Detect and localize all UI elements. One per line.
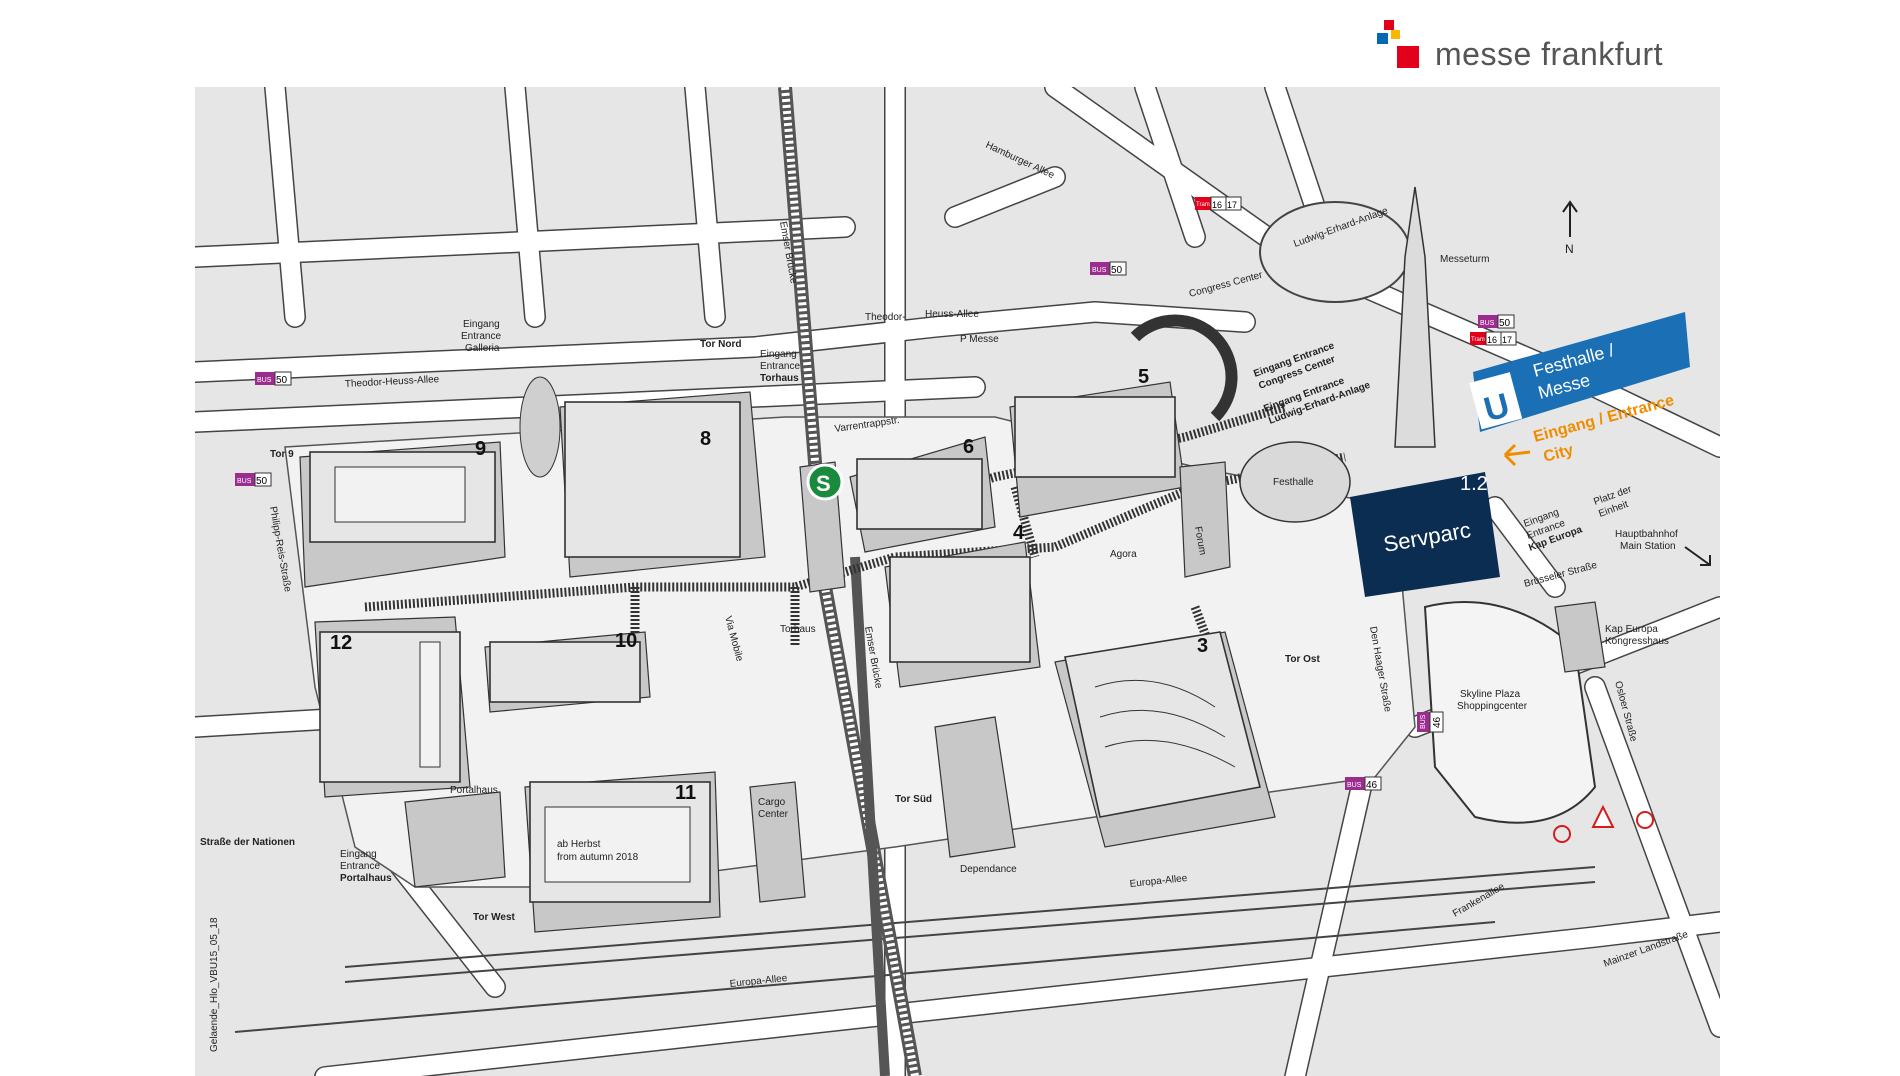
galleria-dome [519, 376, 561, 478]
bus-stop-3: BUS 50 [1090, 261, 1127, 276]
bus-label: BUS [1092, 267, 1107, 274]
label-p-messe: P Messe [960, 334, 999, 345]
sbahn-letter: S [816, 471, 831, 496]
logo-yellow-square [1391, 30, 1400, 39]
messe-frankfurt-logo[interactable]: messe frankfurt [1375, 16, 1675, 86]
bus-number: 50 [256, 476, 268, 487]
tram-number-2: 17 [1227, 200, 1237, 210]
hall12-note-line2: from autumn 2018 [557, 852, 639, 863]
label-agora: Agora [1110, 549, 1137, 560]
logo-big-red-square [1397, 46, 1419, 68]
hall-number: 5 [1138, 366, 1149, 388]
bus-label: BUS [1347, 782, 1362, 789]
dependance-label: Dependance [960, 864, 1017, 875]
label-hbf-1: Hauptbahnhof [1615, 529, 1678, 540]
bus-stop-2: BUS 50 [235, 472, 272, 487]
bus-number: 50 [276, 375, 288, 386]
logo-text: messe frankfurt [1435, 36, 1664, 72]
bus-label: BUS [1420, 714, 1427, 729]
label-torhaus-2: Entrance [760, 361, 800, 372]
hall-number: 10 [615, 630, 637, 652]
label-galleria-1: Eingang [463, 319, 500, 330]
bus-label: BUS [1480, 320, 1495, 327]
logo-red-square [1384, 20, 1394, 30]
label-tor-west: Tor West [473, 912, 516, 923]
bus-label: BUS [257, 377, 272, 384]
label-tor-ost: Tor Ost [1285, 654, 1320, 665]
bus-number: 46 [1366, 780, 1378, 791]
hall-number: 9 [475, 438, 486, 460]
label-tor-9: Tor 9 [270, 449, 294, 460]
label-strasse-der-nationen: Straße der Nationen [200, 837, 295, 848]
tram-label: Tram [1196, 202, 1210, 208]
bus-stop-1: BUS 50 [255, 371, 292, 386]
cargo-label-2: Center [758, 809, 789, 820]
site-map[interactable]: 9 8 12 10 11 ab Herbst from autumn 2018 … [195, 87, 1720, 1076]
hall-number: 8 [700, 428, 711, 450]
hall-number: 6 [963, 436, 974, 458]
bus-number: 50 [1499, 318, 1511, 329]
hall-number: 11 [675, 782, 696, 804]
hall-number: 12 [330, 632, 352, 654]
messeturm-label: Messeturm [1440, 254, 1489, 265]
tram-number-1: 16 [1487, 335, 1497, 345]
hall-number: 4 [1013, 522, 1025, 544]
label-code: Gelaende_Hlo_VBU15_05_18 [209, 917, 220, 1052]
hall-8: 8 [559, 391, 766, 578]
bus-label: BUS [237, 478, 252, 485]
logo-mark-icon [1377, 20, 1419, 68]
label-galleria-2: Entrance [461, 331, 501, 342]
label-theodor: Theodor- [865, 312, 906, 323]
skyline-label-2: Shoppingcenter [1457, 701, 1528, 712]
tram-number-1: 16 [1212, 200, 1222, 210]
label-galleria-3: Galleria [465, 343, 500, 354]
kap-kongress-label-2: Kongresshaus [1605, 636, 1669, 647]
north-label: N [1565, 242, 1574, 256]
bus-stop-5: BUS 46 [1417, 711, 1444, 733]
tram-number-2: 17 [1502, 335, 1512, 345]
tram-stop-1: Tram 16 17 [1195, 196, 1242, 211]
hall-11: 12 [314, 616, 471, 798]
label-torhaus-1: Eingang [760, 349, 797, 360]
label-portal-3: Portalhaus [340, 873, 392, 884]
forum: Forum [1179, 461, 1231, 578]
kap-kongress-label-1: Kap Europa [1605, 624, 1658, 635]
tram-label: Tram [1471, 337, 1485, 343]
cargo-label-1: Cargo [758, 797, 786, 808]
logo-blue-square [1377, 33, 1388, 44]
sbahn-station[interactable]: S [806, 463, 844, 501]
hall-number: 3 [1197, 635, 1208, 657]
ludwig-erhard-roundabout [1259, 201, 1411, 303]
bus-stop-6: BUS 46 [1345, 776, 1382, 791]
servparc-number: 1.2 [1460, 473, 1488, 495]
label-heuss-allee: Heuss-Allee [925, 309, 979, 320]
label-tor-sued: Tor Süd [895, 794, 932, 805]
torhaus-label: Torhaus [780, 624, 816, 635]
bus-number: 46 [1432, 716, 1443, 728]
label-portal-2: Entrance [340, 861, 380, 872]
label-portal-1: Eingang [340, 849, 377, 860]
festhalle-label: Festhalle [1273, 477, 1314, 488]
portalhaus: Portalhaus [404, 785, 506, 888]
label-torhaus-3: Torhaus [760, 373, 799, 384]
skyline-label-1: Skyline Plaza [1460, 689, 1520, 700]
label-hbf-2: Main Station [1620, 541, 1676, 552]
hall12-note-line1: ab Herbst [557, 839, 601, 850]
festhalle: Festhalle [1239, 441, 1351, 523]
label-tor-nord: Tor Nord [700, 339, 741, 350]
tram-stop-2: Tram 16 17 [1470, 331, 1517, 346]
cargo-center: Cargo Center [749, 781, 806, 903]
hall-10: 10 [484, 630, 651, 713]
portalhaus-label: Portalhaus [450, 785, 498, 796]
bus-number: 50 [1111, 265, 1123, 276]
hall-12: 11 ab Herbst from autumn 2018 [524, 771, 721, 933]
bus-stop-4: BUS 50 [1478, 314, 1515, 329]
